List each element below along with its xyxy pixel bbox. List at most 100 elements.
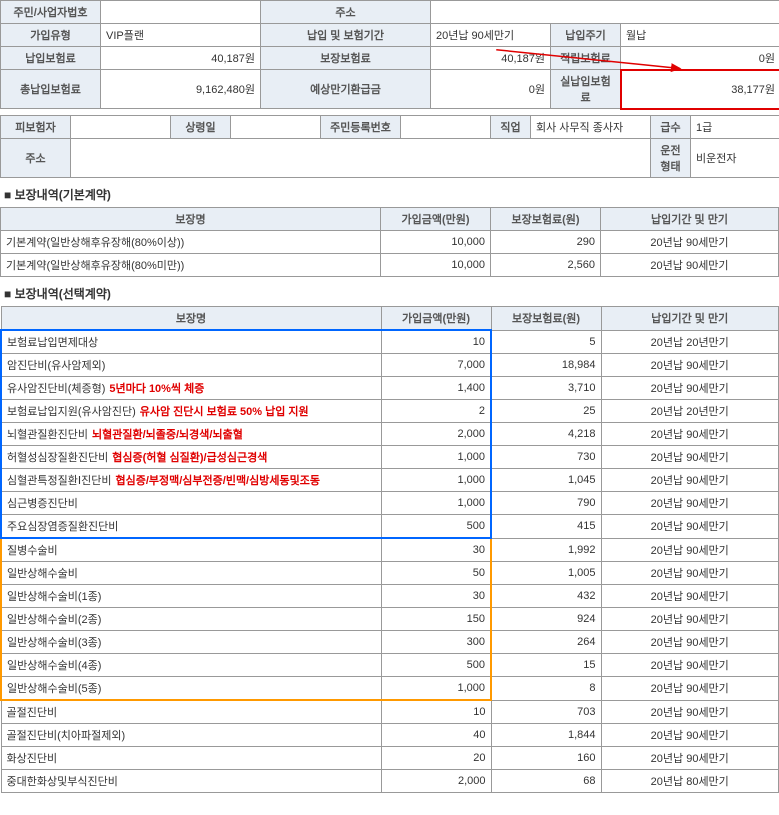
cell-term: 20년납 90세만기	[601, 354, 779, 377]
table-row: 심근병증진단비1,00079020년납 90세만기	[1, 492, 779, 515]
cell-name: 심혈관특정질환Ⅰ진단비협심증/부정맥/심부전증/빈맥/심방세동및조동	[1, 469, 381, 492]
cell-prem: 264	[491, 631, 601, 654]
cell-prem: 432	[491, 585, 601, 608]
table-row: 일반상해수술비(2종)15092420년납 90세만기	[1, 608, 779, 631]
cell-term: 20년납 90세만기	[601, 585, 779, 608]
val-total-premium: 9,162,480원	[101, 70, 261, 109]
cell-name: 중대한화상및부식진단비	[1, 770, 381, 793]
table-row: 기본계약(일반상해후유장해(80%미만))10,0002,56020년납 90세…	[1, 254, 779, 277]
section1-title: ■ 보장내역(기본계약)	[4, 186, 779, 203]
cell-name: 화상진단비	[1, 747, 381, 770]
cell-term: 20년납 90세만기	[601, 631, 779, 654]
cell-amt: 2	[381, 400, 491, 423]
cell-name: 일반상해수술비(5종)	[1, 677, 381, 701]
cell-amt: 30	[381, 538, 491, 562]
col-term: 납입기간 및 만기	[601, 307, 779, 331]
cell-term: 20년납 90세만기	[601, 423, 779, 446]
cell-name: 일반상해수술비(3종)	[1, 631, 381, 654]
label-pay-cycle: 납입주기	[551, 24, 621, 47]
cell-term: 20년납 90세만기	[601, 446, 779, 469]
label-addr2: 주소	[1, 139, 71, 178]
label-pay-period: 납입 및 보험기간	[261, 24, 431, 47]
table-row: 기본계약(일반상해후유장해(80%이상))10,00029020년납 90세만기	[1, 231, 779, 254]
cell-name: 질병수술비	[1, 538, 381, 562]
table-row: 질병수술비301,99220년납 90세만기	[1, 538, 779, 562]
cell-prem: 730	[491, 446, 601, 469]
cell-name: 일반상해수술비(2종)	[1, 608, 381, 631]
cell-prem: 1,844	[491, 724, 601, 747]
cell-prem: 1,045	[491, 469, 601, 492]
table-row: 암진단비(유사암제외)7,00018,98420년납 90세만기	[1, 354, 779, 377]
cell-amt: 1,000	[381, 492, 491, 515]
val-pay-cycle: 월납	[621, 24, 779, 47]
table-row: 주요심장염증질환진단비50041520년납 90세만기	[1, 515, 779, 539]
insured-table: 피보험자 상령일 주민등록번호 직업 회사 사무직 종사자 급수 1급 주소 운…	[0, 115, 779, 178]
cell-term: 20년납 90세만기	[601, 562, 779, 585]
val-cov-premium: 40,187원	[431, 47, 551, 70]
cell-prem: 924	[491, 608, 601, 631]
label-pay-premium: 납입보험료	[1, 47, 101, 70]
table-row: 골절진단비(치아파절제외)401,84420년납 90세만기	[1, 724, 779, 747]
cell-prem: 2,560	[491, 254, 601, 277]
cell-amt: 2,000	[381, 770, 491, 793]
table-row: 뇌혈관질환진단비뇌혈관질환/뇌졸중/뇌경색/뇌출혈2,0004,21820년납 …	[1, 423, 779, 446]
cell-term: 20년납 90세만기	[601, 538, 779, 562]
val-regno	[101, 1, 261, 24]
row-note: 5년마다 10%씩 체증	[109, 383, 204, 395]
cell-term: 20년납 90세만기	[601, 231, 779, 254]
cell-prem: 5	[491, 330, 601, 354]
table-row: 보험료납입면제대상10520년납 20년만기	[1, 330, 779, 354]
col-term: 납입기간 및 만기	[601, 208, 779, 231]
col-amt: 가입금액(만원)	[381, 307, 491, 331]
cell-prem: 15	[491, 654, 601, 677]
cell-name: 일반상해수술비(1종)	[1, 585, 381, 608]
val-drive: 비운전자	[691, 139, 779, 178]
val-job: 회사 사무직 종사자	[531, 116, 651, 139]
cell-term: 20년납 90세만기	[601, 377, 779, 400]
label-addr: 주소	[261, 1, 431, 24]
cell-term: 20년납 90세만기	[601, 608, 779, 631]
cell-term: 20년납 90세만기	[601, 677, 779, 701]
cell-prem: 790	[491, 492, 601, 515]
cell-prem: 703	[491, 700, 601, 724]
label-insured: 피보험자	[1, 116, 71, 139]
cell-term: 20년납 90세만기	[601, 469, 779, 492]
col-name: 보장명	[1, 307, 381, 331]
table-row: 골절진단비1070320년납 90세만기	[1, 700, 779, 724]
cell-amt: 1,000	[381, 446, 491, 469]
cell-term: 20년납 90세만기	[601, 700, 779, 724]
cell-term: 20년납 90세만기	[601, 724, 779, 747]
label-drive: 운전형태	[651, 139, 691, 178]
table-row: 화상진단비2016020년납 90세만기	[1, 747, 779, 770]
cell-prem: 1,992	[491, 538, 601, 562]
cell-name: 골절진단비(치아파절제외)	[1, 724, 381, 747]
cell-amt: 500	[381, 515, 491, 539]
table-row: 일반상해수술비(1종)3043220년납 90세만기	[1, 585, 779, 608]
cell-prem: 3,710	[491, 377, 601, 400]
row-note: 유사암 진단시 보험료 50% 납입 지원	[140, 406, 309, 418]
cell-prem: 4,218	[491, 423, 601, 446]
col-prem: 보장보험료(원)	[491, 208, 601, 231]
table-row: 일반상해수술비501,00520년납 90세만기	[1, 562, 779, 585]
row-note: 협심증(허혈 심질환)/급성심근경색	[112, 452, 267, 464]
cell-term: 20년납 90세만기	[601, 515, 779, 539]
val-addr	[431, 1, 779, 24]
cell-term: 20년납 90세만기	[601, 492, 779, 515]
table-row: 유사암진단비(체증형)5년마다 10%씩 체증1,4003,71020년납 90…	[1, 377, 779, 400]
label-injury-day: 상령일	[171, 116, 231, 139]
val-insured	[71, 116, 171, 139]
cell-amt: 1,000	[381, 677, 491, 701]
label-cov-premium: 보장보험료	[261, 47, 431, 70]
cell-name: 보험료납입지원(유사암진단)유사암 진단시 보험료 50% 납입 지원	[1, 400, 381, 423]
label-regno: 주민/사업자법호	[1, 1, 101, 24]
val-pay-premium: 40,187원	[101, 47, 261, 70]
cell-prem: 8	[491, 677, 601, 701]
cell-name: 골절진단비	[1, 700, 381, 724]
basic-coverage-table: 보장명 가입금액(만원) 보장보험료(원) 납입기간 및 만기 기본계약(일반상…	[0, 207, 779, 277]
label-refund: 예상만기환급금	[261, 70, 431, 109]
cell-prem: 415	[491, 515, 601, 539]
label-grade: 급수	[651, 116, 691, 139]
cell-term: 20년납 90세만기	[601, 747, 779, 770]
cell-amt: 500	[381, 654, 491, 677]
cell-amt: 2,000	[381, 423, 491, 446]
